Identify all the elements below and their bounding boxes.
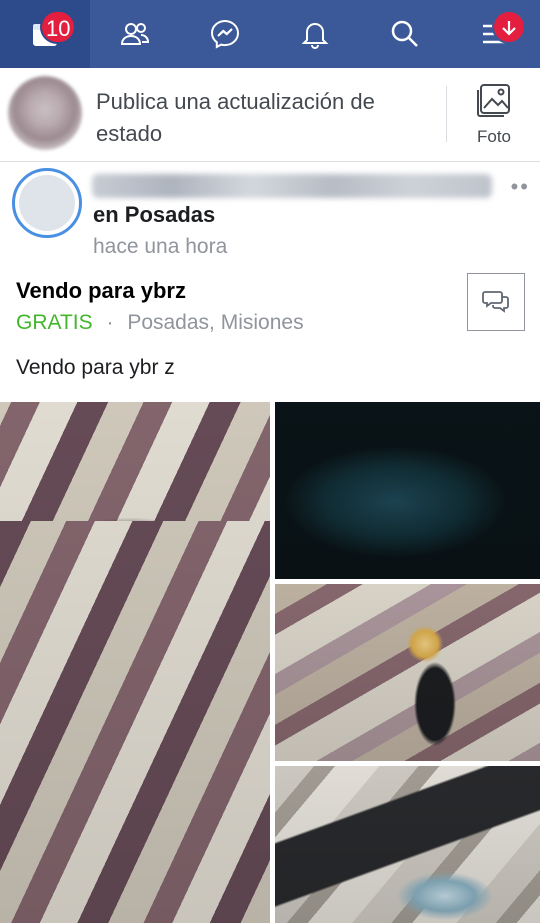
- user-avatar[interactable]: [8, 76, 82, 150]
- nav-notifications[interactable]: [270, 0, 360, 68]
- listing-place: Posadas, Misiones: [127, 311, 304, 334]
- post-photo-turn-signal[interactable]: [275, 584, 540, 761]
- download-update-badge[interactable]: [492, 10, 526, 44]
- message-seller-button[interactable]: [467, 273, 525, 331]
- status-prompt[interactable]: Publica una actualización de estado: [96, 86, 426, 150]
- arrow-down-icon: [502, 21, 516, 36]
- nav-friends[interactable]: [90, 0, 180, 68]
- nav-search[interactable]: [360, 0, 450, 68]
- photo-label: Foto: [476, 127, 512, 146]
- more-options-icon[interactable]: ••: [511, 174, 530, 200]
- post-photo-dashboard[interactable]: [0, 402, 270, 923]
- composer-divider: [446, 86, 447, 142]
- meta-separator: ·: [106, 311, 114, 334]
- post-header: •• en Posadas hace una hora: [0, 162, 540, 272]
- author-name-redacted[interactable]: [92, 174, 492, 198]
- listing-title[interactable]: Vendo para ybrz: [16, 278, 186, 304]
- listing-price: GRATIS: [16, 311, 93, 334]
- nav-news-feed[interactable]: 10: [0, 0, 90, 68]
- bell-icon: [301, 23, 329, 49]
- top-nav-bar: 10: [0, 0, 540, 68]
- author-avatar[interactable]: [12, 168, 82, 238]
- chat-bubbles-icon: [482, 291, 509, 313]
- search-icon: [391, 20, 418, 47]
- nav-messenger[interactable]: [180, 0, 270, 68]
- post-timestamp[interactable]: hace una hora: [93, 235, 227, 259]
- post-text: Vendo para ybr z: [16, 356, 175, 379]
- post-location[interactable]: en Posadas: [93, 202, 215, 228]
- photo-button[interactable]: Foto: [460, 80, 528, 156]
- nav-menu[interactable]: [450, 0, 540, 68]
- photo-icon: [477, 84, 510, 117]
- post-photo-visor[interactable]: [275, 402, 540, 579]
- listing-meta: GRATIS · Posadas, Misiones: [16, 311, 304, 335]
- messenger-icon: [210, 19, 240, 49]
- friends-icon: [120, 23, 150, 45]
- post-photo-headlight[interactable]: [275, 766, 540, 923]
- status-composer: Publica una actualización de estado Foto: [0, 68, 540, 162]
- notification-count-badge: 10: [40, 10, 77, 44]
